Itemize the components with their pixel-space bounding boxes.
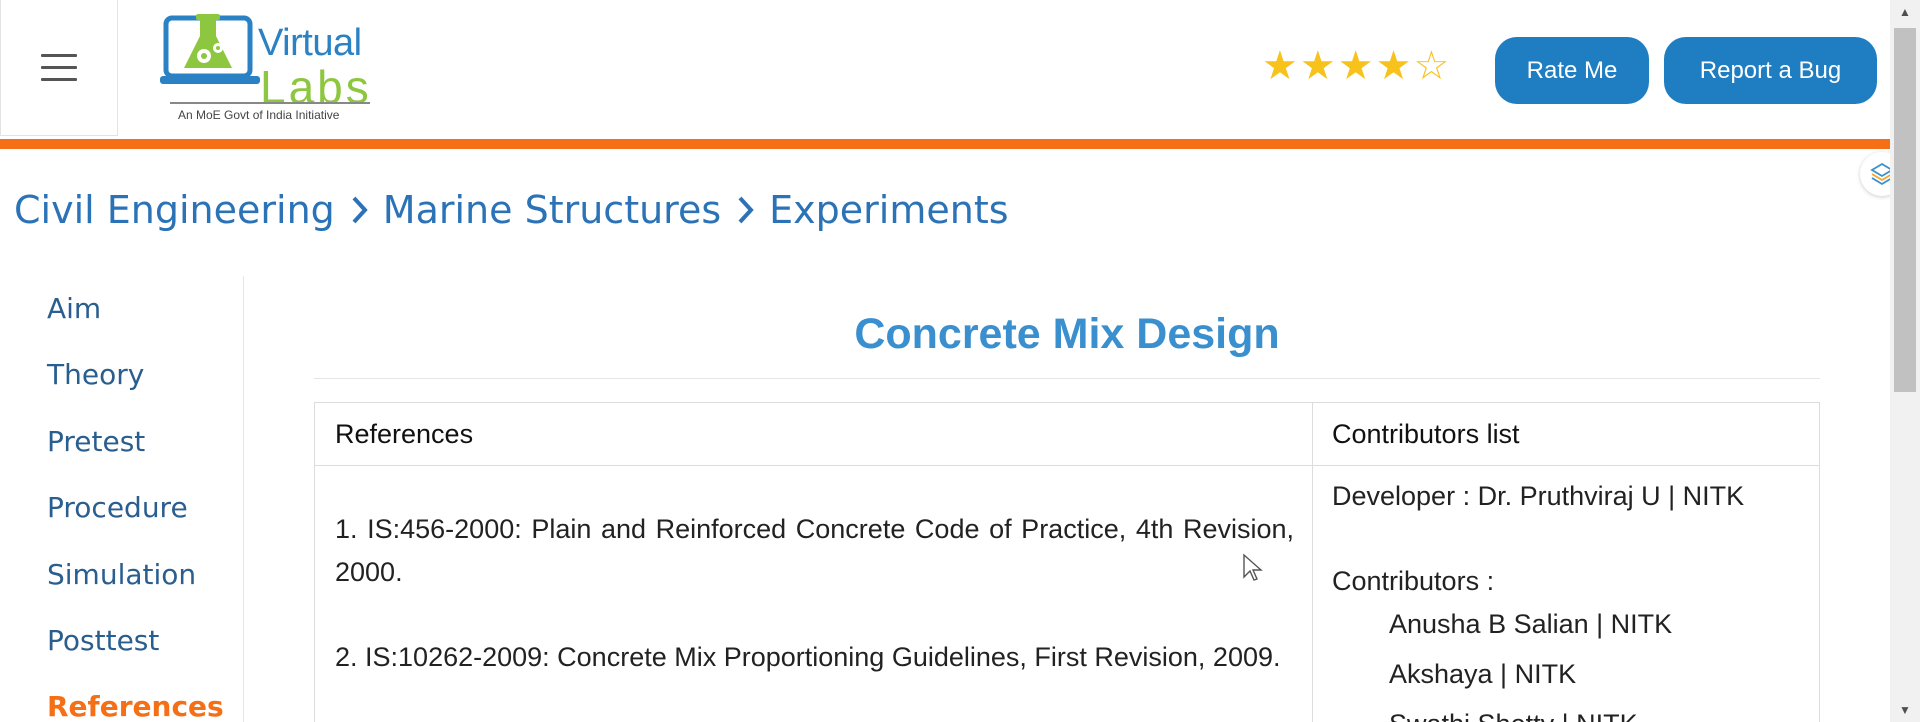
sidebar-item-posttest[interactable]: Posttest: [47, 624, 159, 657]
references-table: References Contributors list 1. IS:456-2…: [314, 402, 1820, 722]
breadcrumb: Civil Engineering Marine Structures Expe…: [14, 188, 1009, 232]
table-header-references: References: [335, 419, 474, 449]
reference-item: 2. IS:10262-2009: Concrete Mix Proportio…: [335, 642, 1281, 672]
star-filled-icon[interactable]: ★: [1262, 44, 1298, 88]
hamburger-menu-button[interactable]: [0, 0, 118, 136]
site-header: Virtual Labs An MoE Govt of India Initia…: [0, 0, 1890, 139]
table-header-contributors: Contributors list: [1332, 419, 1520, 449]
report-bug-button[interactable]: Report a Bug: [1664, 37, 1877, 104]
menu-bar-icon: [41, 54, 77, 57]
sidebar-item-theory[interactable]: Theory: [47, 358, 144, 391]
breadcrumb-experiments[interactable]: Experiments: [769, 188, 1008, 232]
contributor-item: Swathi Shetty | NITK: [1389, 709, 1638, 722]
developer-text: Developer : Dr. Pruthviraj U | NITK: [1332, 481, 1745, 511]
scroll-up-arrow-icon[interactable]: ▲: [1890, 2, 1920, 22]
reference-item: 1. IS:456-2000: Plain and Reinforced Con…: [335, 514, 1294, 587]
logo-tagline: An MoE Govt of India Initiative: [178, 108, 340, 122]
page-title: Concrete Mix Design: [854, 310, 1280, 358]
rate-me-button[interactable]: Rate Me: [1495, 37, 1649, 104]
star-empty-icon[interactable]: ☆: [1413, 44, 1449, 88]
table-header-divider: [315, 465, 1819, 466]
experiment-sidebar: Aim Theory Pretest Procedure Simulation …: [0, 276, 244, 722]
contributors-label: Contributors :: [1332, 566, 1495, 596]
sidebar-item-procedure[interactable]: Procedure: [47, 491, 188, 524]
scrollbar-thumb[interactable]: [1894, 28, 1916, 392]
contributor-item: Anusha B Salian | NITK: [1389, 609, 1673, 639]
virtual-labs-logo[interactable]: Virtual Labs An MoE Govt of India Initia…: [160, 10, 380, 126]
header-accent-bar: [0, 139, 1890, 149]
sidebar-item-aim[interactable]: Aim: [47, 292, 101, 325]
star-filled-icon[interactable]: ★: [1300, 44, 1336, 88]
mouse-cursor-icon: [1243, 553, 1263, 581]
logo-text-virtual: Virtual: [258, 22, 362, 64]
menu-bar-icon: [41, 66, 77, 69]
logo-divider: [170, 102, 370, 104]
flask-laptop-icon: [160, 14, 260, 84]
page-scrollbar[interactable]: ▲ ▼: [1890, 0, 1920, 722]
rating-stars[interactable]: ★ ★ ★ ★ ☆: [1262, 44, 1449, 88]
title-divider: [314, 378, 1820, 379]
logo-text-labs: Labs: [260, 61, 372, 113]
scroll-down-arrow-icon[interactable]: ▼: [1890, 700, 1920, 720]
star-filled-icon[interactable]: ★: [1376, 44, 1412, 88]
breadcrumb-marine-structures[interactable]: Marine Structures: [383, 188, 721, 232]
sidebar-item-references[interactable]: References: [47, 690, 224, 722]
breadcrumb-civil-engineering[interactable]: Civil Engineering: [14, 188, 335, 232]
sidebar-item-simulation[interactable]: Simulation: [47, 558, 196, 591]
contributor-item: Akshaya | NITK: [1389, 659, 1577, 689]
chevron-right-icon: [351, 195, 369, 225]
table-column-divider: [1312, 403, 1313, 722]
menu-bar-icon: [41, 78, 77, 81]
star-filled-icon[interactable]: ★: [1338, 44, 1374, 88]
sidebar-item-pretest[interactable]: Pretest: [47, 425, 145, 458]
chevron-right-icon: [737, 195, 755, 225]
